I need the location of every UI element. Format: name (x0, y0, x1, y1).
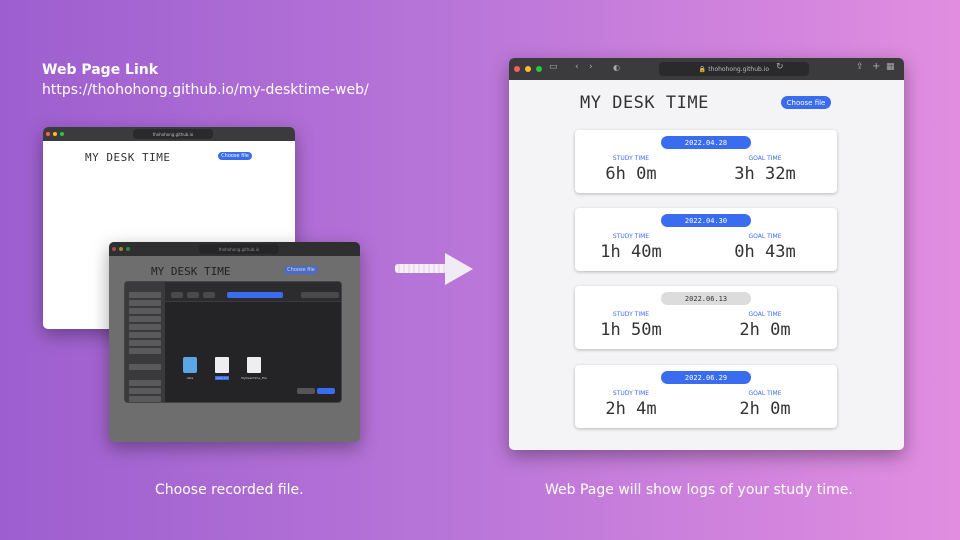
goal-time-label: GOAL TIME (748, 390, 782, 397)
address-bar[interactable]: thohohong.github.io (133, 129, 213, 139)
maximize-window-icon[interactable] (536, 66, 542, 72)
sidebar-item[interactable] (129, 324, 161, 330)
sidebar-item[interactable] (129, 308, 161, 314)
sidebar-toggle-icon[interactable]: ▭ (549, 62, 558, 72)
date-badge: 2022.06.13 (661, 292, 751, 305)
reload-icon[interactable]: ↻ (776, 62, 784, 72)
browser-toolbar: thohohong.github.io (43, 127, 295, 141)
group-toggle[interactable] (203, 292, 215, 298)
sidebar-item[interactable] (129, 332, 161, 338)
study-time-value: 6h 0m (605, 164, 657, 184)
file-item[interactable]: data.txt (209, 357, 235, 380)
web-page-link[interactable]: https://thohohong.github.io/my-desktime-… (42, 82, 369, 98)
dialog-sidebar (125, 282, 165, 402)
close-window-icon[interactable] (514, 66, 520, 72)
study-time-value: 1h 50m (600, 320, 662, 340)
sidebar-item[interactable] (129, 300, 161, 306)
sidebar-item[interactable] (129, 380, 161, 386)
document-icon (215, 357, 229, 373)
folder-icon (183, 357, 197, 373)
link-heading: Web Page Link (42, 62, 159, 78)
goal-time-value: 2h 0m (739, 320, 791, 340)
arrow-right-icon (445, 253, 473, 285)
sidebar-item[interactable] (129, 388, 161, 394)
study-time-label: STUDY TIME (612, 155, 650, 162)
nav-back-forward[interactable] (171, 292, 183, 298)
file-dialog-browser-window: thohohong.github.io MY DESK TIME Choose … (109, 242, 360, 442)
address-bar[interactable]: thohohong.github.io (199, 244, 279, 254)
log-card: 2022.06.13 STUDY TIME GOAL TIME 1h 50m 2… (575, 286, 837, 349)
study-time-label: STUDY TIME (612, 311, 650, 318)
app-title: MY DESK TIME (580, 93, 709, 113)
app-title: MY DESK TIME (85, 151, 171, 164)
date-badge: 2022.04.30 (661, 214, 751, 227)
choose-file-button[interactable]: Choose file (284, 266, 318, 274)
study-time-label: STUDY TIME (612, 233, 650, 240)
left-caption: Choose recorded file. (155, 482, 304, 498)
goal-time-label: GOAL TIME (748, 233, 782, 240)
sidebar-item[interactable] (129, 316, 161, 322)
choose-file-button[interactable]: Choose file (781, 96, 831, 109)
log-card: 2022.04.30 STUDY TIME GOAL TIME 1h 40m 0… (575, 208, 837, 271)
date-badge: 2022.06.29 (661, 371, 751, 384)
dialog-search-input[interactable] (301, 292, 339, 298)
address-bar[interactable]: 🔒 thohohong.github.io (659, 62, 809, 76)
study-time-label: STUDY TIME (612, 390, 650, 397)
file-item[interactable]: data (177, 357, 203, 380)
goal-time-value: 3h 32m (734, 164, 796, 184)
minimize-window-icon[interactable] (525, 66, 531, 72)
dialog-toolbar (165, 282, 341, 302)
date-badge: 2022.04.28 (661, 136, 751, 149)
back-icon[interactable]: ‹ (575, 62, 579, 72)
log-card: 2022.04.28 STUDY TIME GOAL TIME 6h 0m 3h… (575, 130, 837, 193)
file-picker-dialog: data data.txt MyDeskTime_File (124, 281, 342, 403)
sidebar-item[interactable] (129, 348, 161, 354)
location-dropdown[interactable] (227, 292, 283, 298)
share-icon[interactable]: ⇪ (856, 62, 864, 72)
browser-toolbar: thohohong.github.io (109, 242, 360, 256)
goal-time-label: GOAL TIME (748, 311, 782, 318)
sidebar-item[interactable] (129, 340, 161, 346)
app-title: MY DESK TIME (151, 265, 231, 278)
sidebar-item[interactable] (129, 396, 161, 402)
file-item[interactable]: MyDeskTime_File (241, 357, 267, 380)
right-caption: Web Page will show logs of your study ti… (545, 482, 853, 498)
close-window-icon[interactable] (112, 247, 116, 251)
browser-toolbar: ▭ ‹ › ◐ 🔒 thohohong.github.io ↻ ⇪ + ▦ (509, 58, 904, 80)
privacy-shield-icon[interactable]: ◐ (613, 63, 620, 72)
tab-overview-icon[interactable]: ▦ (886, 62, 895, 72)
dialog-cancel-button[interactable] (297, 388, 315, 394)
goal-time-label: GOAL TIME (748, 155, 782, 162)
view-toggle[interactable] (187, 292, 199, 298)
sidebar-item[interactable] (129, 364, 161, 370)
minimize-window-icon[interactable] (53, 132, 57, 136)
study-time-value: 1h 40m (600, 242, 662, 262)
maximize-window-icon[interactable] (60, 132, 64, 136)
dialog-open-button[interactable] (317, 388, 335, 394)
sidebar-item[interactable] (129, 292, 161, 298)
choose-file-button[interactable]: Choose file (218, 152, 252, 160)
log-card: 2022.06.29 STUDY TIME GOAL TIME 2h 4m 2h… (575, 365, 837, 428)
study-time-value: 2h 4m (605, 399, 657, 419)
goal-time-value: 0h 43m (734, 242, 796, 262)
goal-time-value: 2h 0m (739, 399, 791, 419)
new-tab-icon[interactable]: + (872, 61, 880, 72)
maximize-window-icon[interactable] (126, 247, 130, 251)
document-icon (247, 357, 261, 373)
forward-icon[interactable]: › (589, 62, 593, 72)
main-browser-window: ▭ ‹ › ◐ 🔒 thohohong.github.io ↻ ⇪ + ▦ MY… (509, 58, 904, 450)
minimize-window-icon[interactable] (119, 247, 123, 251)
close-window-icon[interactable] (46, 132, 50, 136)
